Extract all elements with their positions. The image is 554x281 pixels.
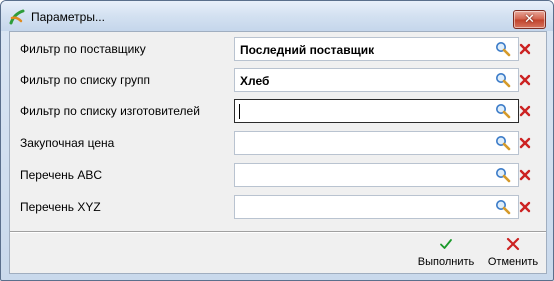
filter-row-purchase-price: Закупочная цена xyxy=(10,130,546,157)
filter-label-xyz: Перечень XYZ xyxy=(20,200,101,214)
filter-field-supplier[interactable]: Последний поставщик xyxy=(234,37,519,61)
filter-row-abc: Перечень ABC xyxy=(10,162,546,189)
filter-row-xyz: Перечень XYZ xyxy=(10,194,546,221)
magnifier-icon[interactable] xyxy=(495,135,511,151)
text-cursor xyxy=(239,104,240,119)
red-x-icon[interactable] xyxy=(519,43,531,55)
red-x-icon[interactable] xyxy=(519,201,531,213)
filter-field-groups[interactable]: Хлеб xyxy=(234,68,519,92)
red-x-icon[interactable] xyxy=(519,137,531,149)
magnifier-icon[interactable] xyxy=(495,72,511,88)
filter-value-groups: Хлеб xyxy=(240,74,270,88)
window-title: Параметры... xyxy=(31,10,105,24)
title-bar[interactable]: Параметры... ✕ xyxy=(1,1,553,31)
close-window-button[interactable]: ✕ xyxy=(513,10,546,29)
close-icon: ✕ xyxy=(524,11,535,26)
magnifier-icon[interactable] xyxy=(495,103,511,119)
filter-row-groups: Фильтр по списку групп Хлеб xyxy=(10,67,546,94)
filter-value-supplier: Последний поставщик xyxy=(240,43,375,57)
bottom-divider xyxy=(10,231,546,233)
red-x-icon[interactable] xyxy=(519,74,531,86)
green-check-icon xyxy=(440,239,452,249)
filter-row-supplier: Фильтр по поставщику Последний поставщик xyxy=(10,36,546,63)
filter-label-groups: Фильтр по списку групп xyxy=(20,73,150,87)
cancel-label: Отменить xyxy=(487,256,539,268)
filter-field-xyz[interactable] xyxy=(234,195,519,219)
filter-row-manufacturers: Фильтр по списку изготовителей xyxy=(10,98,546,125)
filter-label-abc: Перечень ABC xyxy=(20,168,103,182)
filter-field-manufacturers[interactable] xyxy=(234,99,519,123)
execute-label: Выполнить xyxy=(417,256,475,268)
filter-field-abc[interactable] xyxy=(234,163,519,187)
execute-button[interactable]: Выполнить xyxy=(410,234,482,270)
filter-label-supplier: Фильтр по поставщику xyxy=(20,42,146,56)
red-x-icon xyxy=(506,237,520,251)
magnifier-icon[interactable] xyxy=(495,199,511,215)
filter-label-manufacturers: Фильтр по списку изготовителей xyxy=(20,104,200,118)
magnifier-icon[interactable] xyxy=(495,41,511,57)
red-x-icon[interactable] xyxy=(519,105,531,117)
red-x-icon[interactable] xyxy=(519,169,531,181)
filter-field-purchase-price[interactable] xyxy=(234,131,519,155)
cancel-button[interactable]: Отменить xyxy=(482,234,544,270)
filter-label-purchase-price: Закупочная цена xyxy=(20,136,115,150)
dialog-body: Фильтр по поставщику Последний поставщик… xyxy=(9,31,547,274)
magnifier-icon[interactable] xyxy=(495,167,511,183)
parameters-dialog: Параметры... ✕ Фильтр по поставщику Посл… xyxy=(0,0,554,281)
app-logo-icon xyxy=(9,9,25,25)
